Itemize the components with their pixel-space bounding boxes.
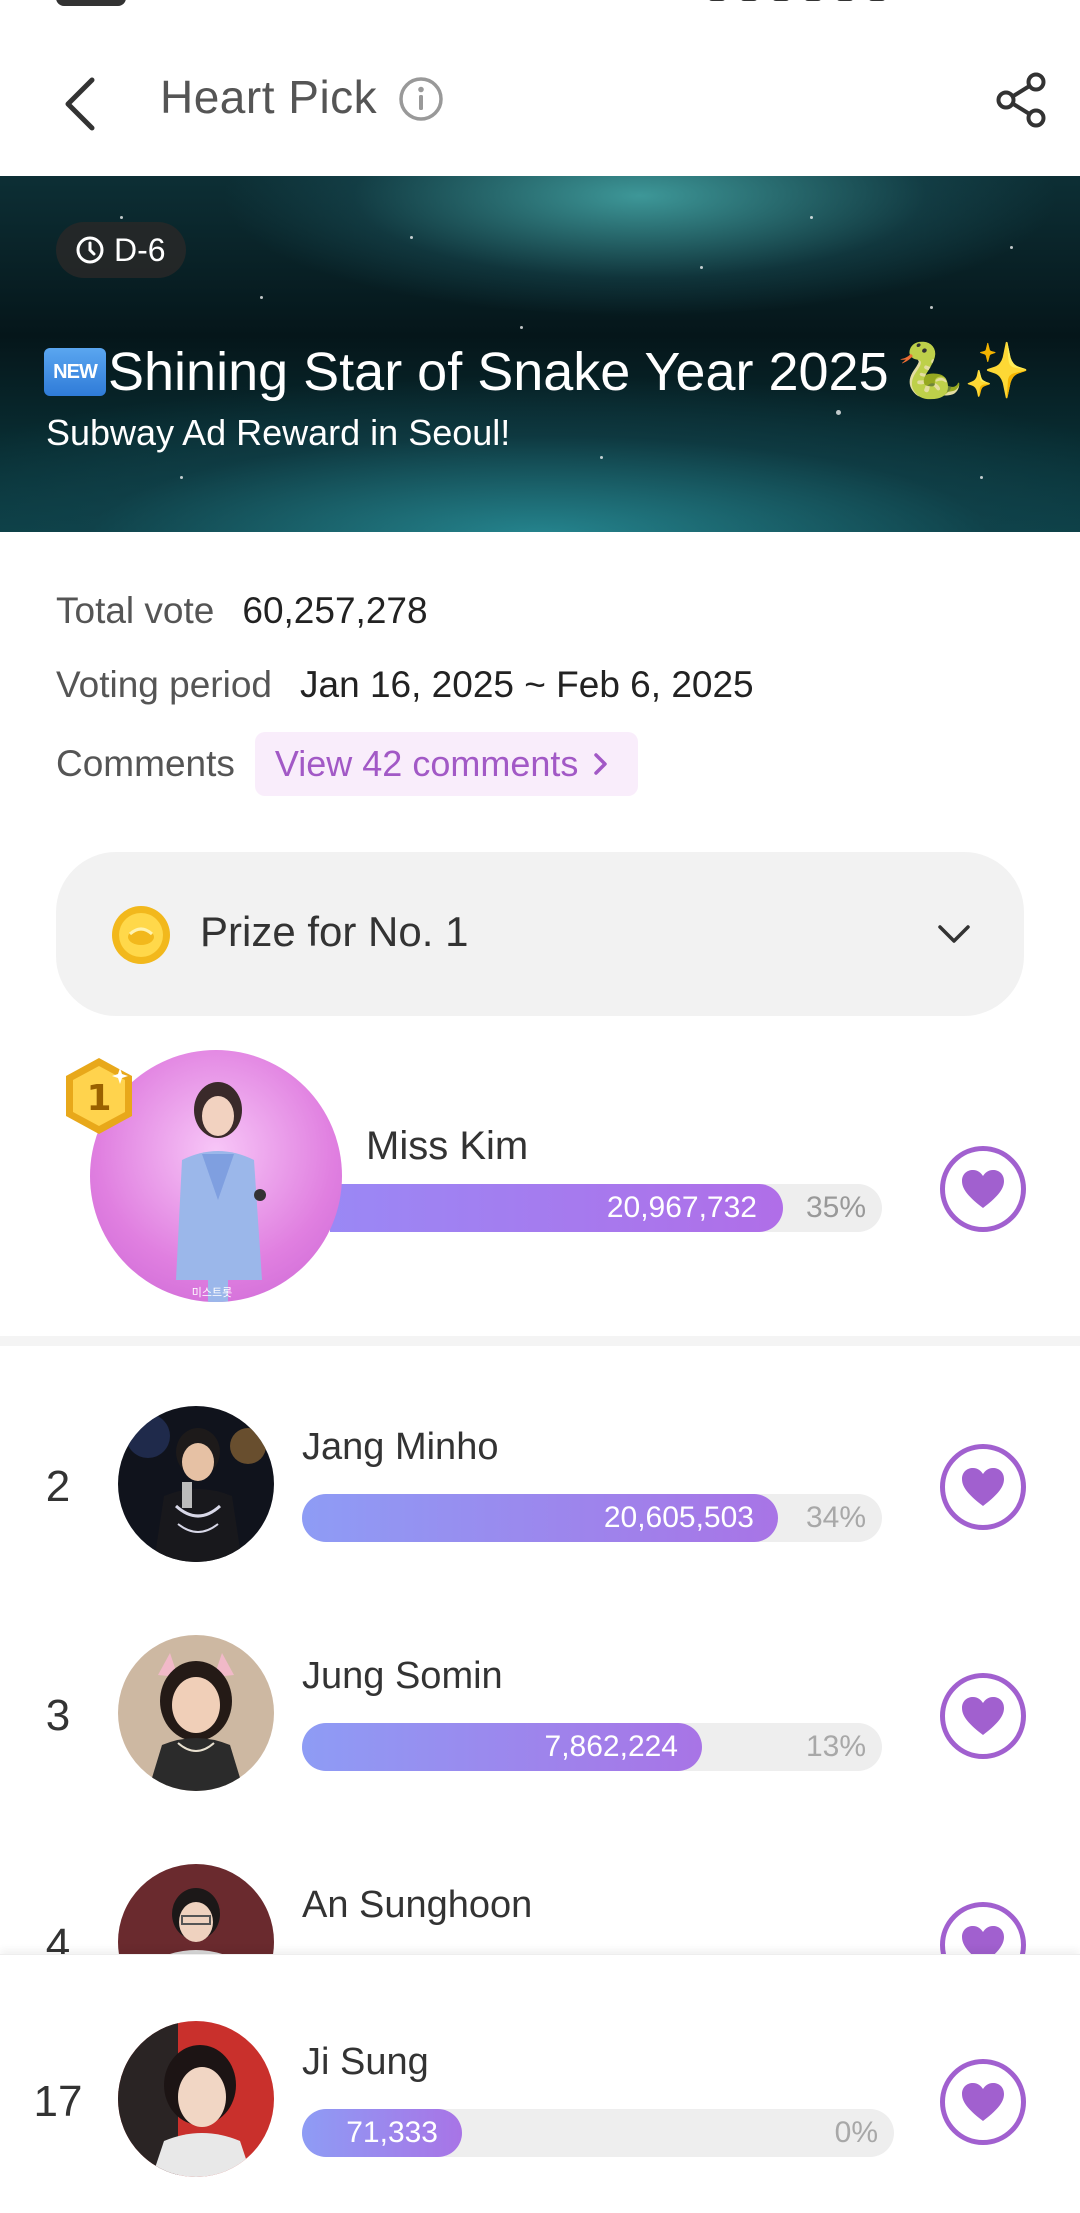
rank-4-row[interactable]: 4 An Sunghoon (0, 1864, 1080, 1954)
voting-period-row: Voting period Jan 16, 2025 ~ Feb 6, 2025 (56, 664, 754, 706)
candidate-name: Ji Sung (302, 2041, 429, 2083)
rank-number: 4 (45, 1920, 71, 1954)
vote-percent: 0% (834, 2116, 878, 2149)
chevron-right-icon (594, 753, 608, 775)
vote-bar: 71,333 0% (302, 2109, 894, 2157)
prize-dropdown[interactable]: Prize for No. 1 (56, 852, 1024, 1016)
vote-heart-button[interactable] (940, 1444, 1026, 1530)
total-vote-row: Total vote 60,257,278 (56, 590, 428, 632)
event-title-text: Shining Star of Snake Year 2025 (108, 341, 889, 402)
heart-icon (962, 1926, 1004, 1954)
vote-percent: 13% (805, 1730, 866, 1763)
new-badge: NEW (44, 347, 106, 396)
share-button[interactable] (994, 72, 1050, 128)
avatar[interactable] (118, 2021, 274, 2177)
status-bar (0, 0, 1080, 12)
rank-1-medal-number: 1 (86, 1078, 111, 1119)
candidate-name: Jang Minho (302, 1426, 499, 1468)
status-time (56, 0, 126, 6)
vote-bar: 20,967,732 35% (330, 1184, 882, 1232)
avatar-image (118, 1864, 274, 1954)
info-button[interactable] (398, 76, 444, 122)
voting-period-value: Jan 16, 2025 ~ Feb 6, 2025 (300, 664, 754, 705)
vote-heart-button[interactable] (940, 2059, 1026, 2145)
heart-icon (962, 1697, 1004, 1735)
avatar[interactable] (118, 1864, 274, 1954)
rank-1-row[interactable]: 20,967,732 35% 미스트롯 1 Miss Kim (0, 1042, 1080, 1334)
rank-3-row[interactable]: 3 Jung Somin 7,862,224 13% (0, 1635, 1080, 1795)
dday-badge: D-6 (56, 222, 186, 278)
avatar-caption: 미스트롯 (192, 1286, 232, 1299)
candidate-name: An Sunghoon (302, 1884, 533, 1926)
vote-percent: 34% (805, 1501, 866, 1534)
vote-bar: 20,605,503 34% (302, 1494, 882, 1542)
avatar[interactable] (118, 1635, 274, 1791)
avatar-image (118, 1635, 274, 1791)
snake-sparkles-icon: 🐍✨ (896, 341, 1032, 401)
info-icon (399, 77, 443, 121)
chevron-down-icon (938, 925, 970, 943)
rank-number: 2 (45, 1462, 71, 1511)
app-header: Heart Pick (0, 12, 1080, 176)
my-pick-panel: 17 Ji Sung 71,333 0% (0, 1954, 1080, 2213)
avatar[interactable] (118, 1406, 274, 1562)
event-title: NEW Shining Star of Snake Year 2025 🐍✨ (44, 340, 1031, 403)
vote-heart-button[interactable] (940, 1902, 1026, 1954)
comments-label: Comments (56, 743, 235, 784)
total-vote-value: 60,257,278 (242, 590, 428, 631)
vote-bar: 7,862,224 13% (302, 1723, 882, 1771)
event-subtitle: Subway Ad Reward in Seoul! (46, 412, 511, 453)
status-icons (694, 0, 1024, 4)
section-divider (0, 1336, 1080, 1346)
dday-text: D-6 (114, 231, 166, 268)
prize-label: Prize for No. 1 (200, 908, 469, 955)
vote-bar-fill: 20,605,503 (302, 1494, 778, 1542)
vote-heart-button[interactable] (940, 1146, 1026, 1232)
candidate-name: Jung Somin (302, 1655, 503, 1697)
vote-bar-fill: 20,967,732 (330, 1184, 783, 1232)
event-banner: D-6 NEW Shining Star of Snake Year 2025 … (0, 176, 1080, 532)
total-vote-label: Total vote (56, 590, 215, 631)
clock-icon (76, 236, 104, 264)
rank-1-medal-icon: 1 (66, 1058, 132, 1134)
avatar-image (118, 1406, 274, 1562)
vote-percent: 35% (805, 1191, 866, 1224)
candidate-name: Miss Kim (366, 1124, 529, 1168)
share-icon (996, 72, 1046, 128)
chevron-left-icon (65, 77, 95, 131)
rank-number: 17 (33, 2077, 83, 2126)
avatar-image (118, 2021, 274, 2177)
vote-bar-fill: 7,862,224 (302, 1723, 702, 1771)
heart-icon (962, 2083, 1004, 2121)
voting-period-label: Voting period (56, 664, 273, 705)
rank-2-row[interactable]: 2 Jang Minho 20,605,503 34% (0, 1406, 1080, 1566)
heart-icon (962, 1468, 1004, 1506)
rank-number: 3 (45, 1691, 71, 1740)
vote-heart-button[interactable] (940, 1673, 1026, 1759)
heart-icon (962, 1170, 1004, 1208)
coin-icon (112, 906, 170, 964)
back-button[interactable] (52, 66, 108, 142)
comments-row: Comments View 42 comments (56, 732, 639, 796)
page-title: Heart Pick (160, 71, 378, 123)
view-comments-text: View 42 comments (274, 743, 579, 784)
my-pick-row[interactable]: 17 Ji Sung 71,333 0% (0, 2021, 1080, 2181)
vote-bar-fill: 71,333 (302, 2109, 462, 2157)
view-comments-button[interactable]: View 42 comments (254, 732, 639, 796)
